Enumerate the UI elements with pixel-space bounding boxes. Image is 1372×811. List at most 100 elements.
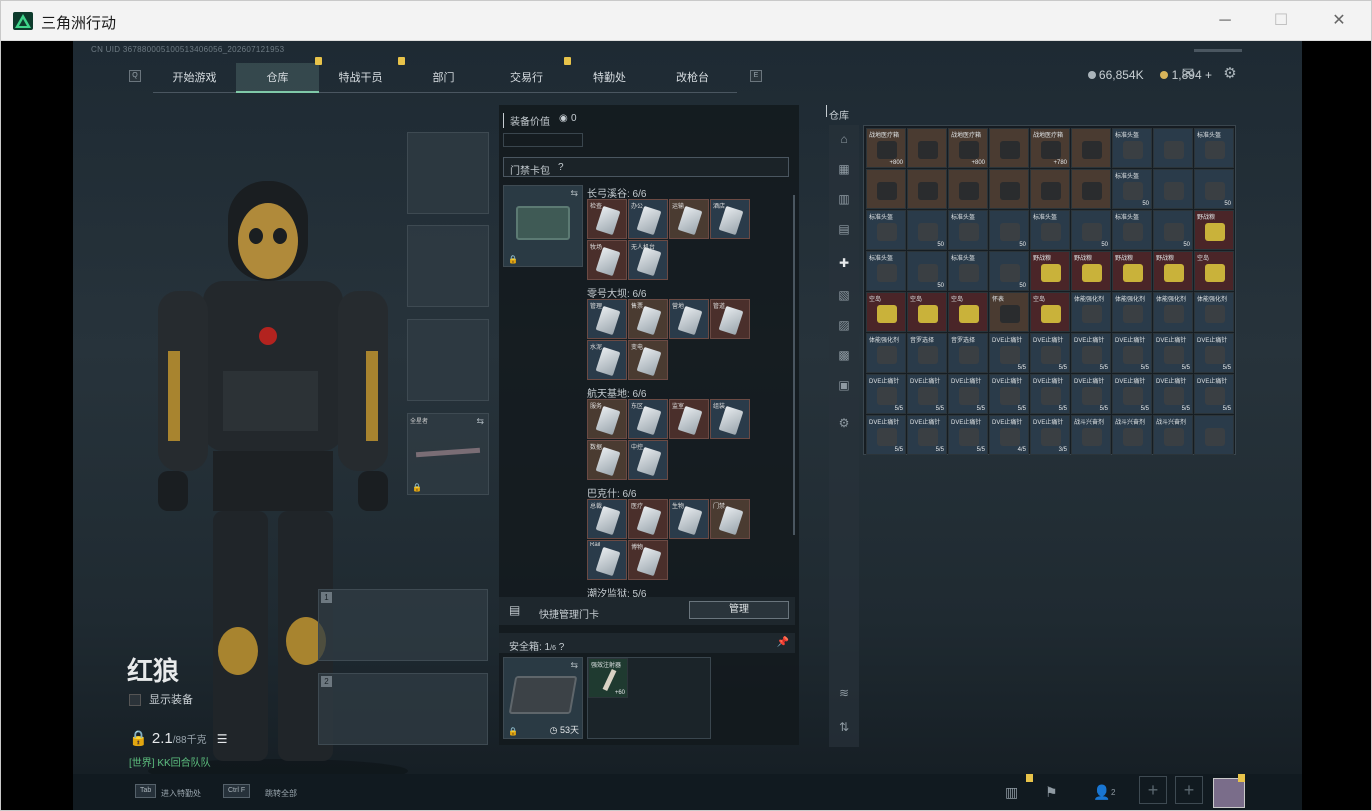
keycard-item[interactable]: 水泥 [587, 340, 627, 380]
keycard-item[interactable]: 博物 [628, 540, 668, 580]
stash-item[interactable]: 空岛 [948, 292, 988, 332]
stash-item[interactable]: 体能强化剂 [1112, 292, 1152, 332]
stash-item[interactable]: DVE止痛针 5/5 [1071, 333, 1111, 373]
tab-2[interactable]: 特战干员 [319, 63, 402, 93]
stash-item[interactable] [1153, 128, 1193, 168]
safe-box-slot[interactable]: ⇆ 🔒 ◷ 53天 [503, 657, 583, 739]
tab-5[interactable]: 特勤处 [568, 63, 651, 93]
tab-4[interactable]: 交易行 [485, 63, 568, 93]
stash-item[interactable] [1071, 128, 1111, 168]
stash-item[interactable]: DVE止痛针 5/5 [1153, 374, 1193, 414]
helmet-filter-icon[interactable]: ⌂ [834, 129, 854, 149]
tab-hint-label[interactable]: 进入特勤处 [161, 788, 201, 799]
stash-item[interactable]: 标准头盔 50 [1112, 169, 1152, 209]
show-equipment-toggle[interactable]: 显示装备 [129, 691, 193, 707]
stash-item[interactable]: 标准头盔 [948, 210, 988, 250]
stash-item[interactable]: DVE止痛针 5/5 [866, 374, 906, 414]
stash-item[interactable]: DVE止痛针 5/5 [989, 333, 1029, 373]
stash-item[interactable]: 野战粮 [1112, 251, 1152, 291]
stash-item[interactable] [989, 128, 1029, 168]
close-button[interactable]: ✕ [1329, 11, 1349, 31]
stash-item[interactable]: 空岛 [907, 292, 947, 332]
stash-item[interactable] [989, 169, 1029, 209]
stash-item[interactable]: 标准头盔 [866, 210, 906, 250]
stash-item[interactable] [907, 169, 947, 209]
stash-item[interactable]: 空岛 [1030, 292, 1070, 332]
stash-item[interactable]: 体能强化剂 [1153, 292, 1193, 332]
stash-item[interactable]: 50 [989, 251, 1029, 291]
stash-item[interactable]: 体能强化剂 [1194, 292, 1234, 332]
primary-weapon-slot[interactable]: 1 [318, 589, 488, 661]
keycard-item[interactable]: 变电 [628, 340, 668, 380]
stash-item[interactable]: 战地医疗箱 +800 [866, 128, 906, 168]
keycard-pack-slot[interactable]: ⇆ 🔒 [503, 185, 583, 267]
stash-item[interactable]: 怀表 [989, 292, 1029, 332]
swap-icon[interactable]: ⇆ [570, 660, 578, 671]
stash-item[interactable]: 战地医疗箱 +780 [1030, 128, 1070, 168]
stash-item[interactable]: 空岛 [866, 292, 906, 332]
stash-item[interactable]: DVE止痛针 5/5 [1071, 374, 1111, 414]
stash-item[interactable]: 野战粮 [1030, 251, 1070, 291]
stash-item[interactable]: 音罗选择 [907, 333, 947, 373]
pistol-slot[interactable] [407, 319, 489, 401]
layers-icon[interactable]: ≋ [834, 683, 854, 703]
armor-slot[interactable] [407, 225, 489, 307]
swap-icon[interactable]: ⇆ [476, 416, 484, 427]
armor-filter-icon[interactable]: ▦ [834, 159, 854, 179]
tab-3[interactable]: 部门 [402, 63, 485, 93]
keycard-item[interactable]: 门禁 [710, 499, 750, 539]
stash-item[interactable]: DVE止痛针 5/5 [948, 374, 988, 414]
settings-filter-icon[interactable]: ⚙ [834, 413, 854, 433]
stash-item[interactable]: 50 [907, 251, 947, 291]
stash-item[interactable]: DVE止痛针 5/5 [1194, 374, 1234, 414]
stash-item[interactable] [1153, 169, 1193, 209]
stash-item[interactable]: 标准头盔 [948, 251, 988, 291]
tab-0[interactable]: 开始游戏 [153, 63, 236, 93]
stash-item[interactable]: 体能强化剂 [866, 333, 906, 373]
consumables-filter-icon[interactable]: ✚ [834, 253, 854, 273]
sort-icon[interactable]: ⇅ [834, 717, 854, 737]
stash-item[interactable] [866, 169, 906, 209]
keycard-item[interactable]: 监室 [669, 399, 709, 439]
stash-item[interactable]: DVE止痛针 5/5 [1153, 333, 1193, 373]
tab-1[interactable]: 仓库 [236, 63, 319, 93]
stash-item[interactable]: DVE止痛针 5/5 [907, 374, 947, 414]
keycard-item[interactable]: 酒店 [710, 199, 750, 239]
keycard-item[interactable]: 管道 [710, 299, 750, 339]
manage-button[interactable]: 管理 [689, 601, 789, 619]
ammo-filter-icon[interactable]: ▧ [834, 285, 854, 305]
stash-item[interactable]: 50 [1071, 210, 1111, 250]
player-avatar[interactable] [1213, 778, 1245, 808]
scrollbar[interactable] [793, 195, 795, 535]
minimize-button[interactable]: ─ [1215, 11, 1235, 31]
keycard-item[interactable]: Rail [587, 540, 627, 580]
stash-item[interactable]: 野战粮 [1071, 251, 1111, 291]
secondary-weapon-slot[interactable]: 2 [318, 673, 488, 745]
stash-item[interactable]: 战斗兴奋剂 [1071, 415, 1111, 455]
stash-item[interactable] [1071, 169, 1111, 209]
backpack-filter-icon[interactable]: ▥ [834, 189, 854, 209]
stash-item[interactable]: 战地医疗箱 +800 [948, 128, 988, 168]
stash-item[interactable] [1030, 169, 1070, 209]
checkbox[interactable] [129, 694, 141, 707]
keycard-item[interactable]: 售票 [628, 299, 668, 339]
keycard-item[interactable]: 运输 [669, 199, 709, 239]
keycard-pack-header[interactable]: 门禁卡包 ? [503, 157, 789, 177]
stats-icon[interactable]: ▥ [1005, 784, 1018, 801]
keycard-item[interactable]: 检查 [587, 199, 627, 239]
stash-item[interactable] [948, 169, 988, 209]
keycard-item[interactable]: 办公 [628, 199, 668, 239]
pin-icon[interactable]: 📌 [777, 637, 789, 648]
stash-item[interactable] [907, 128, 947, 168]
stash-item[interactable]: DVE止痛针 4/5 [989, 415, 1029, 455]
world-chat[interactable]: [世界] KK回合队队 [129, 754, 211, 769]
stash-item[interactable]: 空岛 [1194, 251, 1234, 291]
keycard-item[interactable]: 组装 [710, 399, 750, 439]
stash-item[interactable]: DVE止痛针 5/5 [907, 415, 947, 455]
keycard-item[interactable]: 生物 [669, 499, 709, 539]
rig-slot[interactable]: 全星者 ⇆ 🔒 [407, 413, 489, 495]
stash-item[interactable]: DVE止痛针 5/5 [866, 415, 906, 455]
flag-icon[interactable]: ⚑ [1045, 784, 1058, 801]
stash-item[interactable]: 50 [1153, 210, 1193, 250]
stash-item[interactable]: DVE止痛针 5/5 [1194, 333, 1234, 373]
